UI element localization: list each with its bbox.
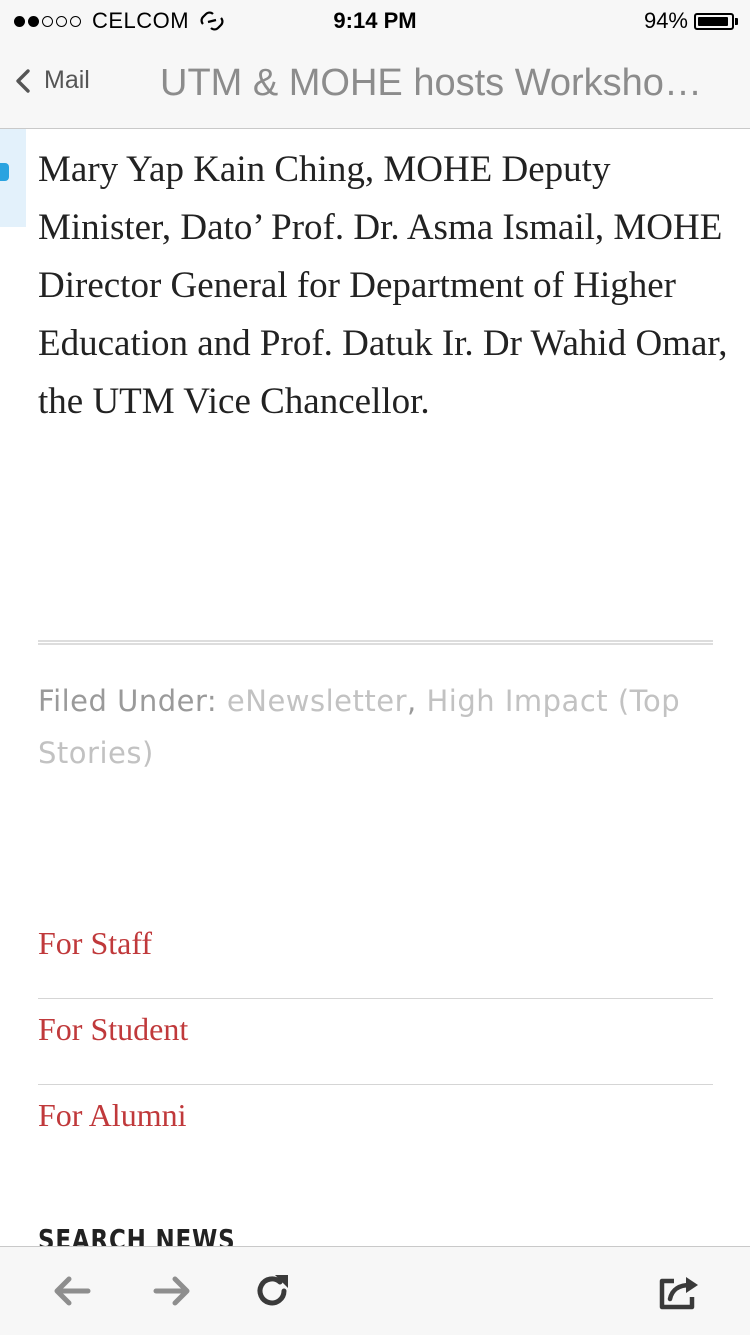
search-news-heading: SEARCH NEWS [38,1223,236,1246]
filed-under: Filed Under: eNewsletter, High Impact (T… [38,675,718,779]
audience-menu: For Staff For Student For Alumni [38,913,713,1171]
reload-icon [257,1275,288,1306]
filed-under-label: Filed Under: [38,684,218,718]
back-to-mail-button[interactable]: Mail [14,66,90,95]
status-bar: CELCOM 9:14 PM 94% [0,0,750,40]
forward-arrow-button[interactable] [150,1269,194,1313]
twitter-icon [0,163,9,181]
clock: 9:14 PM [333,8,417,33]
forward-arrow-icon [153,1276,190,1306]
category-link-enewsletter[interactable]: eNewsletter [227,684,407,718]
back-label: Mail [44,66,90,94]
menu-item-for-staff[interactable]: For Staff [38,913,713,999]
back-arrow-button[interactable] [50,1269,94,1313]
menu-item-for-alumni[interactable]: For Alumni [38,1085,713,1171]
battery-level [698,16,729,26]
status-right: 94% [644,8,738,34]
twitter-share-tab[interactable] [0,129,26,227]
back-arrow-icon [54,1276,91,1306]
browser-toolbar [0,1246,750,1335]
page-title: UTM & MOHE hosts Worksho… [160,62,702,104]
page-content[interactable]: Mary Yap Kain Ching, MOHE Deputy Ministe… [0,129,750,1246]
battery-percent: 94% [643,8,688,33]
battery-icon [694,12,738,30]
reload-button[interactable] [250,1269,294,1313]
chevron-left-icon [16,68,30,93]
content-divider [38,640,713,645]
menu-item-for-student[interactable]: For Student [38,999,713,1085]
category-separator: , [407,684,417,718]
share-button[interactable] [656,1269,700,1313]
article-paragraph: Mary Yap Kain Ching, MOHE Deputy Ministe… [38,149,728,422]
navigation-bar: Mail UTM & MOHE hosts Worksho… [0,40,750,129]
share-icon [659,1277,698,1310]
